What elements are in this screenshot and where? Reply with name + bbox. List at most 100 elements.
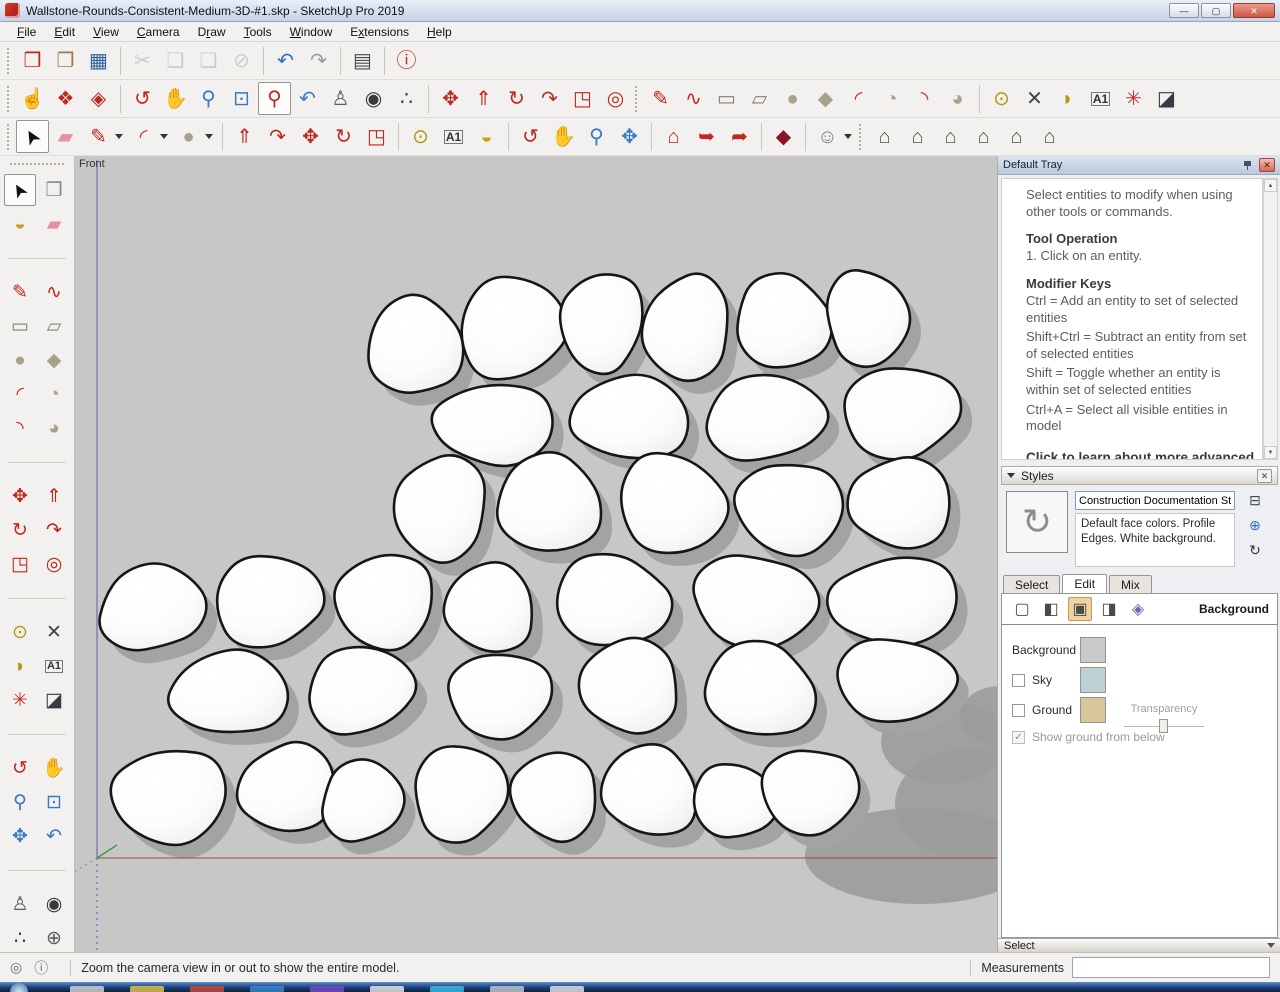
show-ground-checkbox[interactable]: ✓ [1012, 730, 1025, 744]
menu-file[interactable]: File [8, 23, 45, 41]
two-point-arc-tool-button[interactable]: ◝ [908, 82, 941, 115]
orbit-tool-button[interactable]: ↺ [4, 752, 36, 784]
select-tool-button[interactable]: ➤ [4, 174, 36, 206]
taskbar-app-icon[interactable] [550, 986, 584, 992]
instructor-scrollbar[interactable]: ▲ ▼ [1263, 178, 1278, 460]
close-button[interactable]: ✕ [1233, 3, 1275, 18]
rotated-rectangle-tool-button[interactable]: ▱ [743, 82, 776, 115]
pan-tool-button[interactable]: ✋ [38, 752, 70, 784]
zoom-extents-tool-button[interactable]: ✥ [613, 120, 646, 153]
previous-view-tool-button[interactable]: ↶ [291, 82, 324, 115]
protractor-tool-button[interactable]: ◗ [4, 650, 36, 682]
orbit-tool-button[interactable]: ↺ [126, 82, 159, 115]
rotated-rectangle-tool-button[interactable]: ▱ [38, 310, 70, 342]
menu-tools[interactable]: Tools [235, 23, 281, 41]
view-iso-tool-button[interactable]: ⌂ [868, 120, 901, 153]
offset-tool-button[interactable]: ◎ [599, 82, 632, 115]
style-description[interactable]: Default face colors. Profile Edges. Whit… [1075, 513, 1235, 567]
menu-window[interactable]: Window [281, 23, 342, 41]
position-camera-tool-button[interactable]: ♙ [324, 82, 357, 115]
push-pull-tool-button[interactable]: ⇑ [38, 480, 70, 512]
tape-measure-tool-button[interactable]: ⊙ [985, 82, 1018, 115]
taskbar-app-icon[interactable] [370, 986, 404, 992]
polygon-tool-button[interactable]: ◆ [38, 344, 70, 376]
line-tool-button[interactable]: ✎ [4, 276, 36, 308]
pie-filled-tool-button[interactable]: ◕ [38, 412, 70, 444]
styles-close-button[interactable]: ✕ [1257, 468, 1272, 483]
dropdown-arrow-icon[interactable] [205, 134, 213, 139]
taskbar-app-icon[interactable] [310, 986, 344, 992]
background-color-swatch[interactable] [1080, 637, 1106, 663]
toolbar-grip[interactable] [635, 85, 637, 112]
model-viewport[interactable]: Front [75, 156, 997, 952]
sky-color-swatch[interactable] [1080, 667, 1106, 693]
look-around-tool-button[interactable]: ◉ [38, 888, 70, 920]
taskbar-app-icon[interactable] [250, 986, 284, 992]
open-tool-button[interactable]: ❐ [49, 44, 82, 77]
style-thumbnail[interactable]: ↻ [1006, 491, 1068, 553]
arcs-tool-button[interactable]: ◜ [127, 120, 160, 153]
zoom-tool-button[interactable]: ⚲ [4, 786, 36, 818]
pan-tool-button[interactable]: ✋ [159, 82, 192, 115]
zoom-window-tool-button[interactable]: ⊡ [38, 786, 70, 818]
view-left-tool-button[interactable]: ⌂ [1000, 120, 1033, 153]
zoom-extents-tool-button[interactable]: ✥ [4, 820, 36, 852]
tape-measure-tool-button[interactable]: ⊙ [4, 616, 36, 648]
view-front-tool-button[interactable]: ⌂ [934, 120, 967, 153]
look-around-tool-button[interactable]: ◉ [357, 82, 390, 115]
background-settings-button[interactable]: ▣ [1068, 597, 1092, 621]
modeling-settings-button[interactable]: ◈ [1126, 597, 1150, 621]
arc-tool-button[interactable]: ◜ [842, 82, 875, 115]
move-tool-button[interactable]: ✥ [4, 480, 36, 512]
select-tool-button[interactable]: ➤ [16, 120, 49, 153]
toolbar-grip[interactable] [10, 163, 64, 166]
view-right-tool-button[interactable]: ⌂ [1033, 120, 1066, 153]
pie-tool-button[interactable]: ◔ [38, 378, 70, 410]
outer-shell-tool-button[interactable]: ❖ [49, 82, 82, 115]
face-settings-button[interactable]: ◧ [1039, 597, 1063, 621]
geolocate-icon[interactable]: ◎ [10, 959, 22, 976]
taskbar-app-icon[interactable] [190, 986, 224, 992]
section-plane-tool-button[interactable]: ◪ [1150, 82, 1183, 115]
shapes-tool-button[interactable]: ● [172, 120, 205, 153]
info-icon[interactable]: ⓘ [34, 958, 48, 978]
menu-extensions[interactable]: Extensions [341, 23, 418, 41]
scroll-up-icon[interactable]: ▲ [1264, 179, 1277, 192]
follow-me-tool-button[interactable]: ↷ [533, 82, 566, 115]
polygon-tool-button[interactable]: ◆ [809, 82, 842, 115]
tab-mix[interactable]: Mix [1109, 575, 1152, 594]
styles-panel-header[interactable]: Styles ✕ [1001, 466, 1278, 485]
sky-checkbox[interactable] [1012, 673, 1025, 687]
zoom-extents-tool-button[interactable]: ⚲ [258, 82, 291, 115]
tab-edit[interactable]: Edit [1062, 574, 1108, 595]
share-model-tool-button[interactable]: ➥ [690, 120, 723, 153]
toolbar-grip[interactable] [7, 123, 9, 150]
print-tool-button[interactable]: ▤ [346, 44, 379, 77]
follow-me-tool-button[interactable]: ↷ [38, 514, 70, 546]
dropdown-arrow-icon[interactable] [160, 134, 168, 139]
orbit-tool-button[interactable]: ↺ [514, 120, 547, 153]
slider-thumb[interactable] [1159, 719, 1168, 733]
extension-warehouse-tool-button[interactable]: ◆ [767, 120, 800, 153]
position-camera-tool-button[interactable]: ♙ [4, 888, 36, 920]
solid-tools-tool-button[interactable]: ◈ [82, 82, 115, 115]
scroll-down-icon[interactable]: ▼ [1264, 446, 1277, 459]
menu-view[interactable]: View [84, 23, 128, 41]
circle-tool-button[interactable]: ● [4, 344, 36, 376]
cut-tool-button[interactable]: ✂ [126, 44, 159, 77]
maximize-button[interactable]: ▢ [1201, 3, 1231, 18]
push-pull-tool-button[interactable]: ⇑ [228, 120, 261, 153]
copy-tool-button[interactable]: ❑ [159, 44, 192, 77]
new-tool-button[interactable]: ❒ [16, 44, 49, 77]
menu-edit[interactable]: Edit [45, 23, 84, 41]
make-component-tool-button[interactable]: ❒ [38, 174, 70, 206]
watermark-settings-button[interactable]: ◨ [1097, 597, 1121, 621]
eraser-tool-button[interactable]: ▰ [49, 120, 82, 153]
model-info-tool-button[interactable]: ⓘ [390, 44, 423, 77]
tray-close-button[interactable]: ✕ [1259, 158, 1275, 172]
arc-tool-button[interactable]: ◜ [4, 378, 36, 410]
tape-measure-tool-button[interactable]: ⊙ [404, 120, 437, 153]
toolbar-grip[interactable] [7, 85, 9, 112]
create-new-style-button[interactable]: ⊕ [1245, 515, 1265, 534]
taskbar-app-icon[interactable] [490, 986, 524, 992]
